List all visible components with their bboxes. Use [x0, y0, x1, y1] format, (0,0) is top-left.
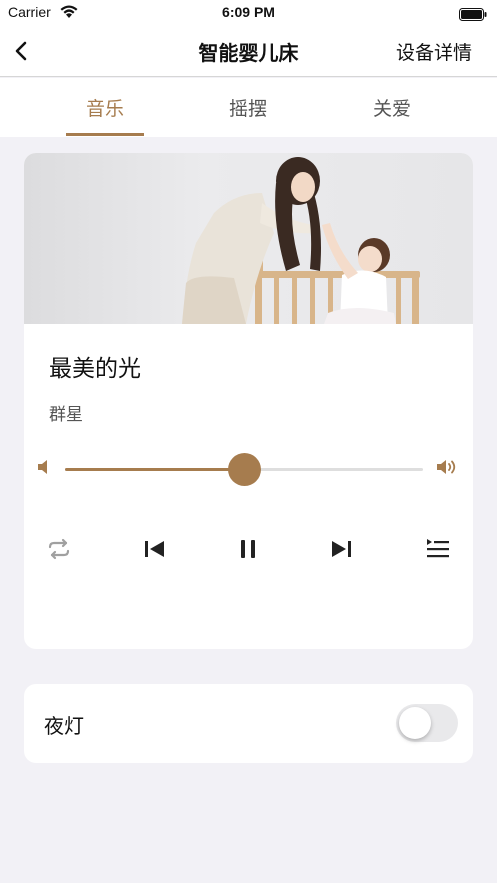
volume-slider[interactable] — [65, 453, 423, 486]
tab-music[interactable]: 音乐 — [65, 94, 145, 121]
active-tab-indicator — [66, 133, 144, 136]
music-player-card: 最美的光 群星 — [24, 153, 473, 649]
volume-slider-fill — [65, 468, 244, 471]
song-title: 最美的光 — [49, 356, 141, 382]
status-bar: Carrier 6:09 PM — [0, 0, 497, 24]
status-time: 6:09 PM — [222, 4, 275, 20]
volume-low-icon[interactable] — [37, 459, 51, 479]
next-icon — [332, 541, 351, 557]
navigation-bar: 智能婴儿床 设备详情 — [0, 24, 497, 77]
repeat-icon — [48, 538, 70, 560]
tab-swing[interactable]: 摇摆 — [208, 94, 288, 121]
toggle-knob — [399, 707, 431, 739]
previous-icon — [145, 541, 164, 557]
battery-icon — [459, 6, 487, 25]
artist-name: 群星 — [49, 405, 83, 425]
previous-button[interactable] — [140, 535, 168, 563]
repeat-button[interactable] — [45, 535, 73, 563]
pause-icon — [241, 540, 255, 558]
night-light-label: 夜灯 — [44, 714, 84, 738]
night-light-toggle[interactable] — [396, 704, 458, 742]
playlist-button[interactable] — [424, 535, 452, 563]
night-light-card: 夜灯 — [24, 684, 473, 763]
pause-button[interactable] — [234, 535, 262, 563]
playlist-icon — [427, 539, 449, 558]
volume-high-icon[interactable] — [436, 458, 460, 480]
tab-care[interactable]: 关爱 — [352, 94, 432, 121]
chevron-left-icon — [15, 41, 27, 61]
hero-image-mother-baby-crib — [24, 153, 473, 324]
device-details-button[interactable]: 设备详情 — [396, 38, 472, 65]
tab-bar: 音乐 摇摆 关爱 — [0, 78, 497, 137]
back-button[interactable] — [10, 39, 34, 63]
volume-slider-thumb[interactable] — [228, 453, 261, 486]
next-button[interactable] — [328, 535, 356, 563]
